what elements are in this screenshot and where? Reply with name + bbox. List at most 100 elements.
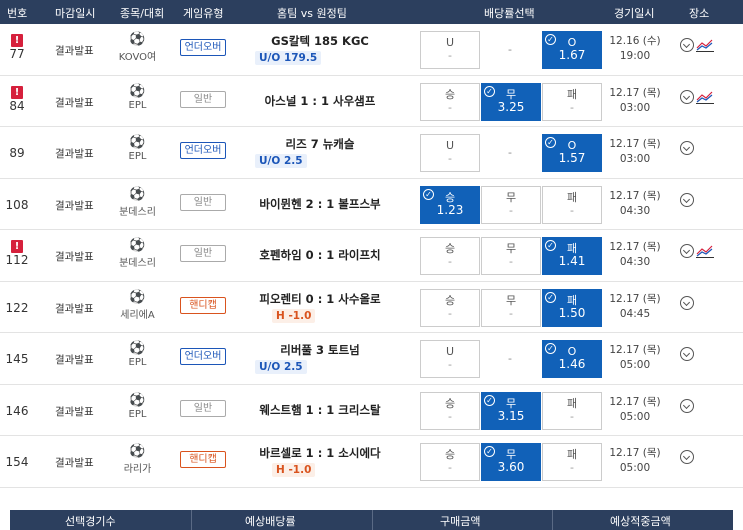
line-value: U/O 179.5 xyxy=(255,51,322,65)
location-icon[interactable] xyxy=(680,141,694,155)
odds-option-b1[interactable]: 승- xyxy=(420,391,480,430)
odds-option-b3[interactable]: 패- xyxy=(542,391,602,430)
check-icon: ✓ xyxy=(545,240,556,251)
place xyxy=(680,89,730,104)
header-num: 번호 xyxy=(7,7,28,20)
odds-option-b2[interactable]: ✓ 무 3.15 xyxy=(481,391,541,430)
game-list: ! 77 결과발표 ⚽ KOVO여 언더오버 GS칼텍 185 KGC U/O 179.5 U -… xyxy=(0,24,743,488)
header-type: 게임유형 xyxy=(183,7,224,20)
match-teams: 아스널 1 : 1 사우샘프 xyxy=(264,93,376,108)
deadline: 결과발표 xyxy=(55,354,94,366)
check-icon: ✓ xyxy=(545,137,556,148)
game-number: 146 xyxy=(5,403,29,418)
odds-option-b3[interactable]: ✓ 패 1.50 xyxy=(542,288,602,327)
game-type-badge: 언더오버 xyxy=(180,39,226,56)
check-icon: ✓ xyxy=(423,188,434,200)
sport-league: ⚽ 분데스리 xyxy=(115,238,160,270)
table-row: 146 결과발표 ⚽ EPL 일반 웨스트햄 1 : 1 크리스탈 승 - ✓ 무 3.15 패 -12… xyxy=(0,385,743,436)
match-datetime: 12.16 (수) 19:00 xyxy=(609,35,661,62)
match-teams: 리버풀 3 토트넘 xyxy=(280,343,360,357)
match-datetime: 12.17 (목) 04:45 xyxy=(609,292,661,320)
odds-option-b3[interactable]: 패- xyxy=(542,185,602,224)
odds-option-b1[interactable]: U- xyxy=(420,31,480,69)
sport-league: ⚽ EPL xyxy=(115,83,160,111)
header-odds: 배당률선택 xyxy=(484,7,535,20)
sport-league: ⚽ EPL xyxy=(115,341,160,369)
expected-odds-label: 예상배당률 xyxy=(245,515,296,528)
location-icon[interactable] xyxy=(680,244,694,258)
sport-league: ⚽ KOVO여 xyxy=(115,32,160,64)
trend-chart-icon[interactable] xyxy=(695,90,715,104)
match-teams: 피오렌티 0 : 1 사수올로 xyxy=(259,291,381,306)
game-type-badge: 핸디캡 xyxy=(180,296,226,314)
table-row: 154 결과발표 ⚽ 라리가 핸디캡 바르셀로 1 : 1 소시에다 H -1.0 승 - ✓ 무 3… xyxy=(0,436,743,488)
draw-unavailable: - xyxy=(508,352,512,365)
game-number: 108 xyxy=(5,197,29,212)
deadline: 결과발표 xyxy=(55,96,94,109)
odds-option-b2[interactable]: 무- xyxy=(481,185,541,224)
place xyxy=(680,38,730,52)
place xyxy=(680,192,730,207)
match-datetime: 12.17 (목) 03:00 xyxy=(609,86,661,114)
game-number: 122 xyxy=(5,300,29,315)
location-icon[interactable] xyxy=(680,38,694,52)
match-teams: 웨스트햄 1 : 1 크리스탈 xyxy=(259,402,381,417)
game-type-badge: 일반 xyxy=(180,399,226,417)
location-icon[interactable] xyxy=(680,192,694,207)
location-icon[interactable] xyxy=(680,347,694,361)
game-type-badge: 핸디캡 xyxy=(180,451,226,468)
odds-option-b2[interactable]: ✓ 무 3.25 xyxy=(481,82,541,121)
header-match: 홈팀 vs 원정팀 xyxy=(277,7,347,20)
line-value: U/O 2.5 xyxy=(255,154,307,168)
odds-option-b1[interactable]: 승- xyxy=(420,82,480,121)
sport-league: ⚽ 라리가 xyxy=(115,445,160,476)
location-icon[interactable] xyxy=(680,450,694,464)
odds-option-b3[interactable]: ✓ 패 1.41 xyxy=(542,237,602,275)
odds-option-b1[interactable]: ✓ 승 1.23 xyxy=(420,185,480,224)
odds-option-b3[interactable]: ✓ O 1.57 xyxy=(542,134,602,172)
game-type-badge: 언더오버 xyxy=(180,142,226,159)
odds-option-b3[interactable]: ✓ O 1.46 xyxy=(542,340,602,378)
odds-option-b1[interactable]: U- xyxy=(420,134,480,172)
trend-chart-icon[interactable] xyxy=(695,244,715,258)
game-number: 89 xyxy=(9,146,25,160)
line-value: U/O 2.5 xyxy=(255,360,307,374)
match-datetime: 12.17 (목) 05:00 xyxy=(609,395,661,423)
table-row: ! 84 결과발표 ⚽ EPL 일반 아스널 1 : 1 사우샘프 승 - ✓ 무 3.25 패 -12.… xyxy=(0,76,743,127)
odds-option-b3[interactable]: 패- xyxy=(542,82,602,121)
soccer-ball-icon: ⚽ xyxy=(129,83,146,99)
header-place: 장소 xyxy=(689,7,710,20)
volleyball-icon: ⚽ xyxy=(129,32,146,47)
soccer-ball-icon: ⚽ xyxy=(129,341,146,356)
game-type-badge: 일반 xyxy=(180,245,226,262)
deadline: 결과발표 xyxy=(55,148,94,160)
odds-option-b1[interactable]: 승- xyxy=(420,288,480,327)
header-date: 경기일시 xyxy=(614,7,655,20)
odds-option-b3[interactable]: ✓ O 1.67 xyxy=(542,31,602,69)
check-icon: ✓ xyxy=(484,85,495,97)
table-row: 122 결과발표 ⚽ 세리에A 핸디캡 피오렌티 0 : 1 사수올로 H -1.0 승 - 무 -… xyxy=(0,282,743,333)
draw-unavailable: - xyxy=(508,146,512,159)
alert-icon: ! xyxy=(11,240,23,253)
location-icon[interactable] xyxy=(680,295,694,310)
trend-chart-icon[interactable] xyxy=(695,38,715,52)
draw-unavailable: - xyxy=(508,43,512,56)
location-icon[interactable] xyxy=(680,89,694,104)
odds-option-b1[interactable]: U- xyxy=(420,340,480,378)
game-number: ! 84 xyxy=(9,85,25,113)
table-row: 108 결과발표 ⚽ 분데스리 일반 바이뮌헨 2 : 1 볼프스부 ✓ 승 1.23 무 - 패 -1… xyxy=(0,179,743,230)
soccer-ball-icon: ⚽ xyxy=(129,238,146,253)
match-datetime: 12.17 (목) 04:30 xyxy=(609,241,661,268)
odds-option-b1[interactable]: 승- xyxy=(420,443,480,481)
match-datetime: 12.17 (목) 05:00 xyxy=(609,344,661,371)
odds-option-b3[interactable]: 패- xyxy=(542,443,602,481)
odds-option-b2[interactable]: 무- xyxy=(481,288,541,327)
odds-option-b2[interactable]: 무- xyxy=(481,237,541,275)
check-icon: ✓ xyxy=(545,291,556,303)
odds-option-b2[interactable]: ✓ 무 3.60 xyxy=(481,443,541,481)
match-datetime: 12.17 (목) 04:30 xyxy=(609,189,661,217)
table-row: 145 결과발표 ⚽ EPL 언더오버 리버풀 3 토트넘 U/O 2.5 U - - ✓ O 1.46… xyxy=(0,333,743,385)
location-icon[interactable] xyxy=(680,398,694,413)
sport-league: ⚽ EPL xyxy=(115,393,160,420)
odds-option-b1[interactable]: 승- xyxy=(420,237,480,275)
